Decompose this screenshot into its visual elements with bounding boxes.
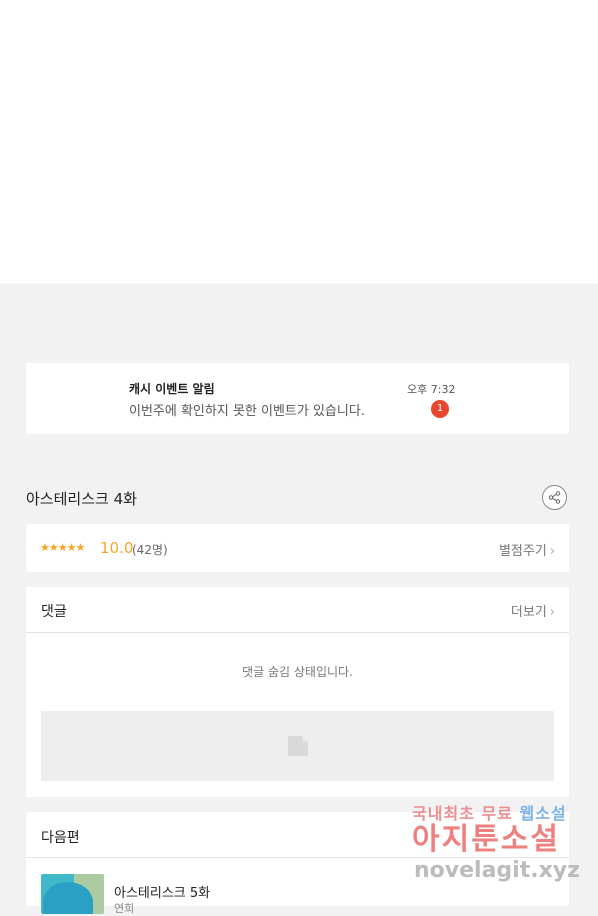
rate-button-label: 별점주기 bbox=[498, 544, 547, 559]
notification-title: 캐시 이벤트 알림 bbox=[129, 382, 215, 396]
notification-time: 오후 7:32 bbox=[407, 383, 456, 396]
next-episode-subtitle: 연희 bbox=[114, 902, 135, 915]
ad-placeholder[interactable] bbox=[41, 711, 554, 781]
site-watermark: 국내최초 무료 웹소설 아지툰소설 novelagit.xyz bbox=[412, 800, 582, 892]
watermark-url: novelagit.xyz bbox=[414, 858, 580, 883]
divider bbox=[26, 632, 569, 633]
rating-panel: ★★★★★ 10.0 (42명) 별점주기 › bbox=[26, 524, 569, 572]
rating-score: 10.0 bbox=[100, 539, 134, 557]
share-button[interactable] bbox=[542, 485, 567, 510]
share-icon bbox=[548, 491, 561, 504]
next-episode-header: 다음편 bbox=[41, 830, 80, 846]
comments-more-button[interactable]: 더보기 › bbox=[511, 601, 555, 620]
comments-header: 댓글 bbox=[41, 604, 67, 620]
notification-badge: 1 bbox=[431, 400, 449, 418]
rating-count: (42명) bbox=[132, 543, 168, 557]
watermark-logo-text: 아지툰소설 bbox=[412, 822, 560, 857]
notification-message: 이번주에 확인하지 못한 이벤트가 있습니다. bbox=[129, 404, 365, 419]
rating-stars: ★★★★★ bbox=[40, 541, 85, 554]
more-label: 더보기 bbox=[510, 605, 547, 620]
cash-event-notification[interactable]: 캐시 이벤트 알림 이번주에 확인하지 못한 이벤트가 있습니다. 오후 7:3… bbox=[26, 363, 569, 434]
next-episode-thumbnail[interactable] bbox=[41, 874, 104, 914]
episode-title: 아스테리스크 4화 bbox=[26, 490, 137, 508]
content-area-blank bbox=[0, 0, 598, 283]
thumbnail-figure bbox=[43, 882, 93, 914]
rate-button[interactable]: 별점주기 › bbox=[499, 540, 555, 559]
next-episode-title[interactable]: 아스테리스크 5화 bbox=[114, 882, 210, 901]
chevron-right-icon: › bbox=[549, 544, 555, 559]
chevron-right-icon: › bbox=[549, 605, 555, 620]
comments-hidden-message: 댓글 숨김 상태입니다. bbox=[242, 665, 353, 679]
image-placeholder-icon bbox=[288, 736, 308, 756]
comments-section: 댓글 더보기 › 댓글 숨김 상태입니다. bbox=[26, 587, 569, 797]
